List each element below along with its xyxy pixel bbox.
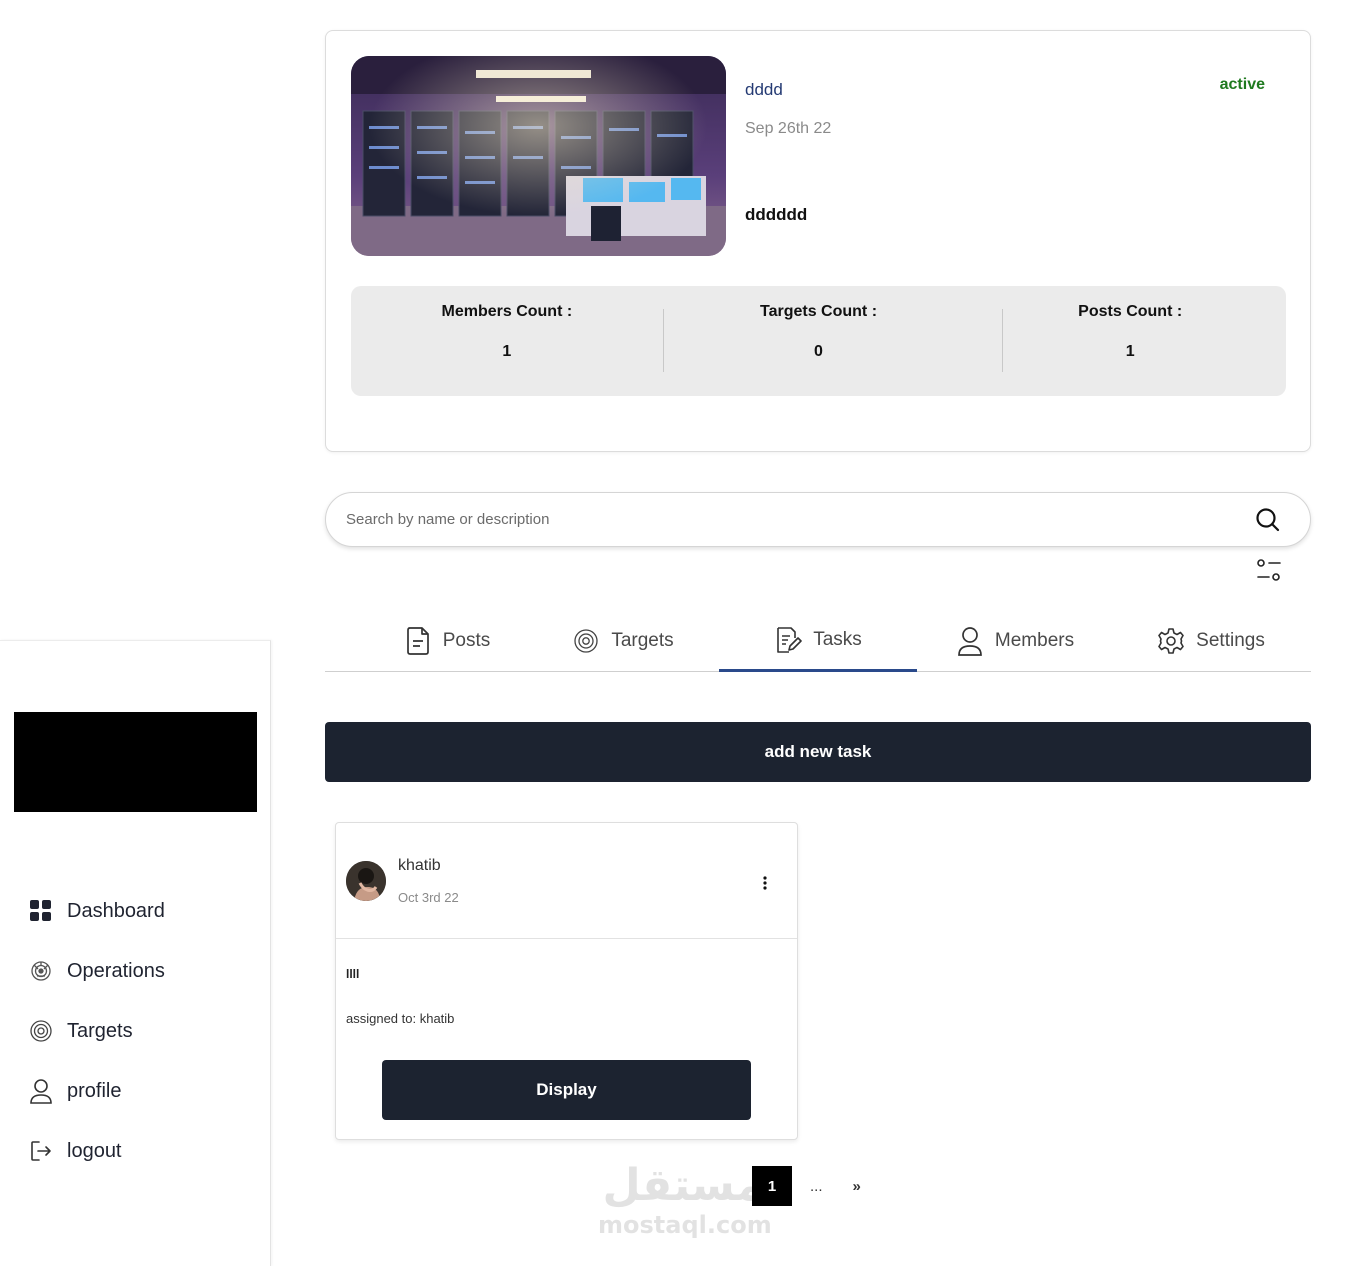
task-assigned: assigned to: khatib bbox=[346, 1011, 455, 1026]
watermark: مستقل mostaql.com bbox=[598, 1160, 772, 1239]
sidebar: Dashboard Operations Targets profile log… bbox=[0, 640, 271, 1266]
operation-card: dddd Sep 26th 22 dddddd active Members C… bbox=[325, 30, 1311, 452]
task-title: llll bbox=[346, 967, 360, 981]
tab-tasks[interactable]: Tasks bbox=[719, 610, 917, 672]
pagination: 1 ... » bbox=[752, 1166, 861, 1206]
stat-value: 1 bbox=[502, 343, 512, 360]
filter-icon[interactable] bbox=[1255, 557, 1283, 585]
operation-description: dddddd bbox=[745, 205, 808, 224]
add-task-button[interactable]: add new task bbox=[325, 722, 1311, 782]
search-bar bbox=[325, 492, 1311, 547]
logout-icon bbox=[28, 1138, 54, 1164]
user-icon bbox=[956, 626, 984, 656]
more-options-icon[interactable] bbox=[753, 873, 777, 893]
tab-label: Targets bbox=[611, 630, 674, 651]
sidebar-item-label: Operations bbox=[67, 959, 165, 982]
watermark-latin: mostaql.com bbox=[598, 1211, 772, 1239]
operation-date: Sep 26th 22 bbox=[745, 120, 832, 137]
operation-title: dddd bbox=[745, 80, 783, 99]
document-icon bbox=[404, 626, 432, 656]
operation-stats: Members Count : 1 Targets Count : 0 Post… bbox=[351, 286, 1286, 396]
operation-image bbox=[351, 56, 726, 256]
task-edit-icon bbox=[774, 625, 803, 655]
next-page-button[interactable]: » bbox=[853, 1178, 861, 1195]
watermark-arabic: مستقل bbox=[602, 1160, 764, 1211]
target-icon bbox=[572, 626, 600, 656]
stat-label: Members Count : bbox=[441, 303, 573, 320]
stat-value: 1 bbox=[1125, 343, 1135, 360]
page-button-current[interactable]: 1 bbox=[752, 1166, 792, 1206]
tab-label: Tasks bbox=[813, 628, 862, 650]
task-date: Oct 3rd 22 bbox=[398, 890, 459, 905]
task-card-header: khatib Oct 3rd 22 bbox=[336, 823, 797, 939]
tab-label: Settings bbox=[1196, 630, 1265, 651]
stat-posts: Posts Count : 1 bbox=[974, 286, 1286, 396]
sidebar-item-dashboard[interactable]: Dashboard bbox=[0, 881, 270, 941]
tab-label: Posts bbox=[442, 630, 491, 651]
sidebar-item-label: logout bbox=[67, 1139, 122, 1162]
sidebar-item-label: Targets bbox=[67, 1019, 133, 1042]
status-badge: active bbox=[1219, 76, 1265, 93]
stat-value: 0 bbox=[814, 343, 823, 360]
stat-label: Targets Count : bbox=[759, 303, 878, 320]
stat-targets: Targets Count : 0 bbox=[663, 286, 975, 396]
sidebar-item-label: profile bbox=[67, 1079, 122, 1102]
page-ellipsis[interactable]: ... bbox=[810, 1178, 823, 1195]
sidebar-logo bbox=[14, 712, 257, 812]
sidebar-item-logout[interactable]: logout bbox=[0, 1121, 270, 1181]
stat-label: Posts Count : bbox=[1078, 303, 1183, 320]
stat-members: Members Count : 1 bbox=[351, 286, 663, 396]
tab-bar: Posts Targets Tasks Members Settings bbox=[325, 610, 1311, 672]
task-author: khatib bbox=[398, 857, 441, 874]
tab-targets[interactable]: Targets bbox=[563, 610, 683, 672]
search-input[interactable] bbox=[346, 493, 1226, 546]
task-card: khatib Oct 3rd 22 llll assigned to: khat… bbox=[335, 822, 798, 1140]
sidebar-item-profile[interactable]: profile bbox=[0, 1061, 270, 1121]
sidebar-nav: Dashboard Operations Targets profile log… bbox=[0, 881, 270, 1181]
tab-posts[interactable]: Posts bbox=[372, 610, 522, 672]
target-icon bbox=[28, 1018, 54, 1044]
search-icon[interactable] bbox=[1254, 506, 1282, 534]
sidebar-item-targets[interactable]: Targets bbox=[0, 1001, 270, 1061]
sidebar-item-label: Dashboard bbox=[67, 899, 165, 922]
avatar bbox=[346, 861, 386, 901]
user-icon bbox=[28, 1078, 54, 1104]
dashboard-grid-icon bbox=[28, 898, 54, 924]
tab-members[interactable]: Members bbox=[945, 610, 1085, 672]
sidebar-item-operations[interactable]: Operations bbox=[0, 941, 270, 1001]
gear-icon bbox=[1157, 626, 1185, 656]
tab-label: Members bbox=[994, 630, 1075, 651]
display-button[interactable]: Display bbox=[382, 1060, 751, 1120]
operations-icon bbox=[28, 958, 54, 984]
tab-settings[interactable]: Settings bbox=[1151, 610, 1271, 672]
